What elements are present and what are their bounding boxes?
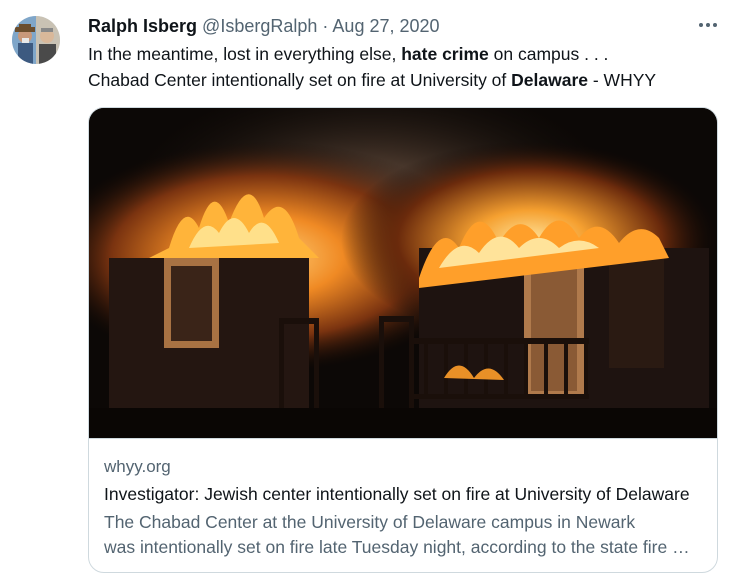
card-description-line-2: was intentionally set on fire late Tuesd… [104,537,704,557]
text-segment: Chabad Center intentionally set on fire … [88,70,512,90]
card-description: The Chabad Center at the University of D… [104,510,704,560]
tweet-text-line-1: In the meantime, lost in everything else… [88,41,718,67]
card-divider [89,438,717,439]
author-name[interactable]: Ralph Isberg [88,16,197,36]
avatar-photo-icon [12,16,60,64]
highlighted-term: hate crime [401,44,489,64]
burning-house-photo [89,108,717,438]
text-segment: In the meantime, lost in everything else… [88,44,402,64]
highlighted-term: Delaware [511,70,588,90]
text-segment: on campus . . . [488,44,609,64]
author-handle[interactable]: @IsbergRalph [202,16,317,36]
card-image[interactable] [89,108,717,438]
tweet-header: Ralph Isberg @IsbergRalph · Aug 27, 2020 [88,13,672,39]
tweet-date[interactable]: Aug 27, 2020 [332,16,439,36]
tweet-text: In the meantime, lost in everything else… [88,41,718,93]
card-title[interactable]: Investigator: Jewish center intentionall… [104,482,704,506]
text-segment: - WHYY [588,70,657,90]
tweet[interactable]: Ralph Isberg @IsbergRalph · Aug 27, 2020… [0,0,732,582]
more-dots-icon[interactable] [694,14,722,38]
separator-dot: · [322,16,329,36]
tweet-text-line-2: Chabad Center intentionally set on fire … [88,67,718,93]
card-description-line-1: The Chabad Center at the University of D… [104,512,636,532]
card-domain: whyy.org [104,457,171,476]
avatar[interactable] [12,16,60,64]
link-card[interactable]: whyy.org Investigator: Jewish center int… [88,107,718,573]
